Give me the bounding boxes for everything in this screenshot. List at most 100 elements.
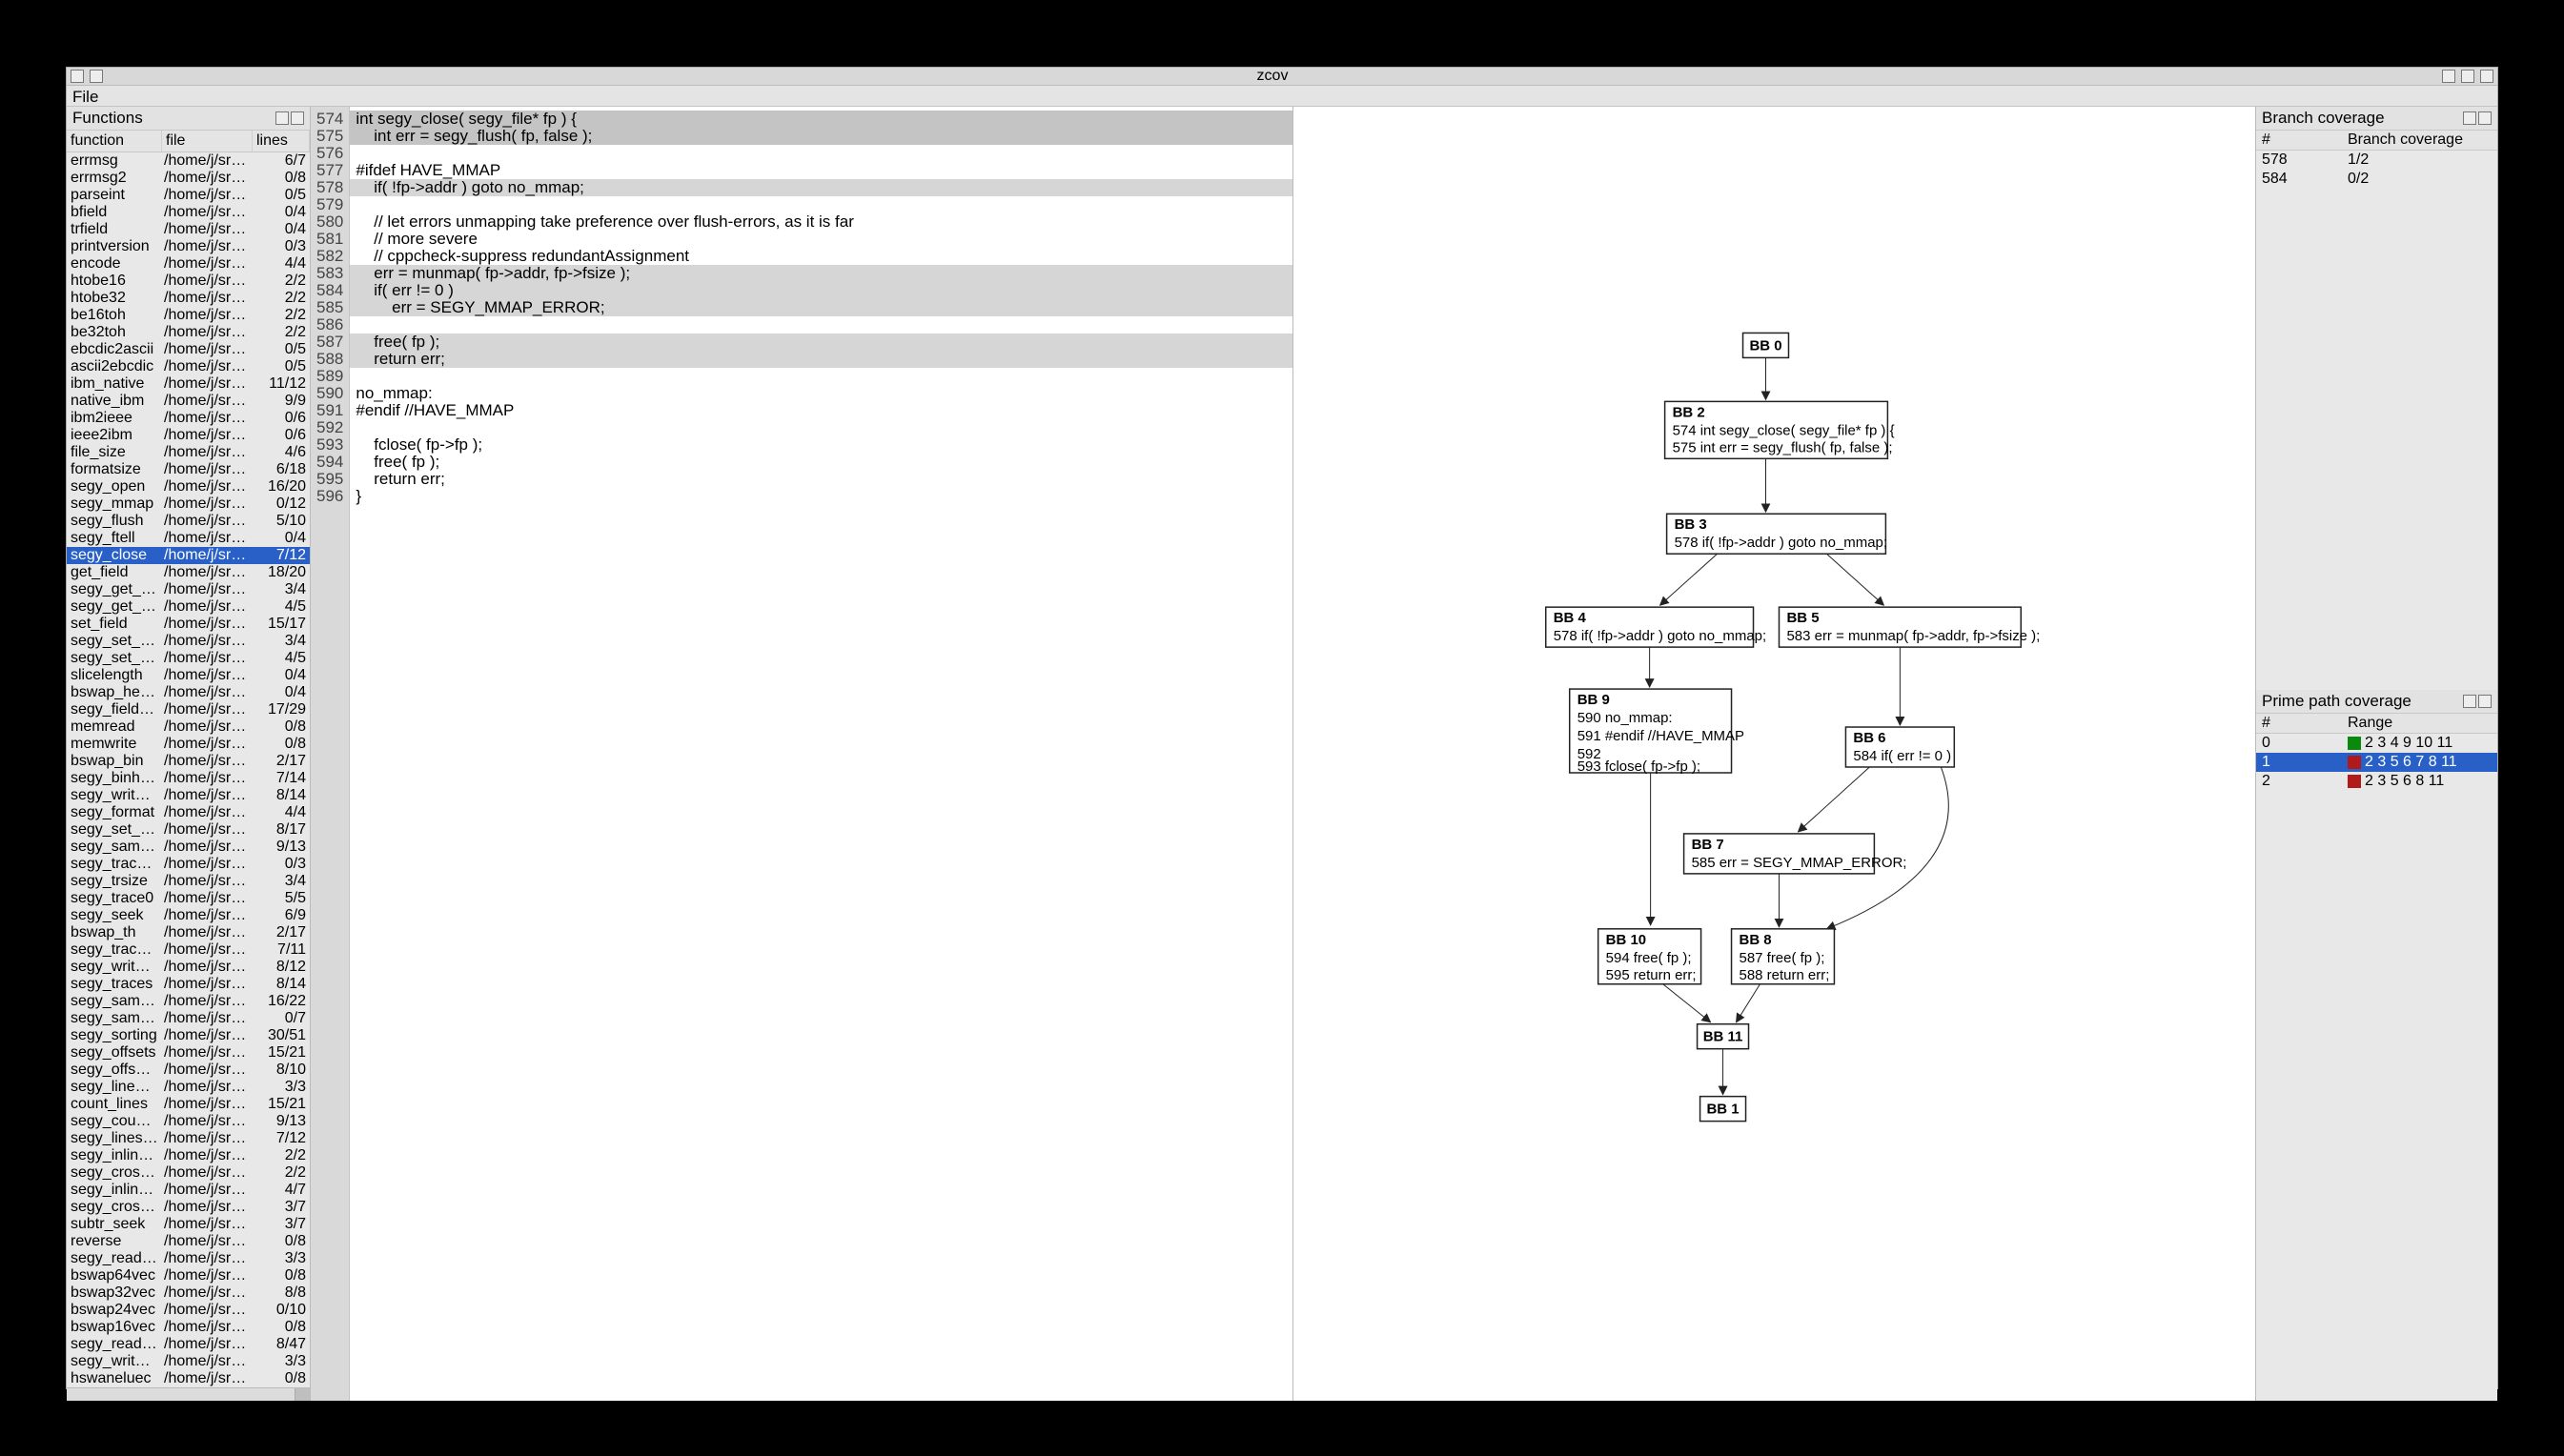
col-header-lines[interactable]: lines [253, 131, 310, 152]
code-line[interactable]: int err = segy_flush( fp, false ); [350, 128, 1292, 145]
prime-path-row[interactable]: 12 3 5 6 7 8 11 [2256, 753, 2497, 772]
function-row[interactable]: ascii2ebcdic/home/j/src/s...0/5 [67, 358, 310, 375]
col-header-file[interactable]: file [162, 131, 253, 152]
branch-col-number[interactable]: # [2256, 131, 2342, 151]
function-row[interactable]: segy_open/home/j/src/s...16/20 [67, 478, 310, 495]
function-row[interactable]: bswap_th/home/j/src/s...2/17 [67, 924, 310, 941]
function-row[interactable]: encode/home/j/src/s...4/4 [67, 255, 310, 273]
function-row[interactable]: segy_write_bi.../home/j/src/s...8/14 [67, 787, 310, 804]
close-icon[interactable] [2480, 70, 2493, 83]
function-row[interactable]: htobe32/home/j/src/s...2/2 [67, 290, 310, 307]
code-line[interactable] [350, 419, 1292, 436]
prime-col-range[interactable]: Range [2342, 714, 2497, 734]
function-row[interactable]: segy_trsize/home/j/src/s...3/4 [67, 873, 310, 890]
source-view[interactable]: int segy_close( segy_file* fp ) { int er… [350, 107, 1292, 1401]
function-row[interactable]: segy_lines_co.../home/j/src/s...7/12 [67, 1130, 310, 1147]
function-row[interactable]: slicelength/home/j/src/s...0/4 [67, 667, 310, 684]
function-row[interactable]: bfield/home/j/src/s...0/4 [67, 204, 310, 221]
function-row[interactable]: segy_line_ind.../home/j/src/s...3/3 [67, 1079, 310, 1096]
function-row[interactable]: segy_trace0/home/j/src/s...5/5 [67, 890, 310, 907]
panel-detach-icon[interactable] [275, 111, 289, 125]
code-line[interactable]: // let errors unmapping take preference … [350, 213, 1292, 231]
code-line[interactable]: return err; [350, 471, 1292, 488]
prime-col-number[interactable]: # [2256, 714, 2342, 734]
function-row[interactable]: native_ibm/home/j/src/s...9/9 [67, 393, 310, 410]
prime-path-row[interactable]: 02 3 4 9 10 11 [2256, 734, 2497, 754]
branch-row[interactable]: 5781/2 [2256, 151, 2497, 171]
prime-path-table[interactable]: # Range 02 3 4 9 10 1112 3 5 6 7 8 1122 … [2256, 714, 2497, 791]
function-row[interactable]: bswap16vec/home/j/src/s...0/8 [67, 1319, 310, 1336]
function-row[interactable]: segy_count_l.../home/j/src/s...9/13 [67, 1113, 310, 1130]
function-row[interactable]: reverse/home/j/src/s...0/8 [67, 1233, 310, 1250]
cfg-diagram[interactable]: BB 0 BB 2 574 int segy_close( segy_file*… [1293, 107, 2255, 1401]
function-row[interactable]: segy_mmap/home/j/src/s...0/12 [67, 495, 310, 513]
code-line[interactable]: #endif //HAVE_MMAP [350, 402, 1292, 419]
function-row[interactable]: errmsg/home/j/src/s...6/7 [67, 152, 310, 170]
branch-col-coverage[interactable]: Branch coverage [2342, 131, 2497, 151]
function-row[interactable]: formatsize/home/j/src/s...6/18 [67, 461, 310, 478]
function-row[interactable]: subtr_seek/home/j/src/s...3/7 [67, 1216, 310, 1233]
function-row[interactable]: memwrite/home/j/src/s...0/8 [67, 736, 310, 753]
function-row[interactable]: segy_samples/home/j/src/s...9/13 [67, 839, 310, 856]
function-row[interactable]: segy_readtrace/home/j/src/s...3/3 [67, 1250, 310, 1267]
function-row[interactable]: bswap24vec/home/j/src/s...0/10 [67, 1302, 310, 1319]
code-line[interactable]: if( !fp->addr ) goto no_mmap; [350, 179, 1292, 196]
code-line[interactable]: free( fp ); [350, 454, 1292, 471]
code-line[interactable]: free( fp ); [350, 334, 1292, 351]
function-row[interactable]: segy_set_bfield/home/j/src/s...4/5 [67, 650, 310, 667]
function-row[interactable]: segy_sample.../home/j/src/s...0/7 [67, 1010, 310, 1027]
function-row[interactable]: segy_close/home/j/src/s...7/12 [67, 547, 310, 564]
function-row[interactable]: segy_traces/home/j/src/s...8/14 [67, 976, 310, 993]
code-line[interactable] [350, 196, 1292, 213]
code-line[interactable]: err = munmap( fp->addr, fp->fsize ); [350, 265, 1292, 282]
function-row[interactable]: bswap_bin/home/j/src/s...2/17 [67, 753, 310, 770]
code-line[interactable]: fclose( fp->fp ); [350, 436, 1292, 454]
function-row[interactable]: be16toh/home/j/src/s...2/2 [67, 307, 310, 324]
function-row[interactable]: get_field/home/j/src/s...18/20 [67, 564, 310, 581]
code-line[interactable] [350, 368, 1292, 385]
function-row[interactable]: segy_set_for.../home/j/src/s...8/17 [67, 821, 310, 839]
function-row[interactable]: parseint/home/j/src/s...0/5 [67, 187, 310, 204]
function-row[interactable]: segy_inline_i.../home/j/src/s...4/7 [67, 1182, 310, 1199]
code-line[interactable]: } [350, 488, 1292, 505]
prime-path-row[interactable]: 22 3 5 6 8 11 [2256, 772, 2497, 791]
function-row[interactable]: segy_crosslin.../home/j/src/s...2/2 [67, 1164, 310, 1182]
function-row[interactable]: segy_set_field/home/j/src/s...3/4 [67, 633, 310, 650]
function-row[interactable]: segy_flush/home/j/src/s...5/10 [67, 513, 310, 530]
function-row[interactable]: bswap32vec/home/j/src/s...8/8 [67, 1284, 310, 1302]
function-row[interactable]: segy_field_for.../home/j/src/s...17/29 [67, 701, 310, 718]
maximize-icon[interactable] [2461, 70, 2474, 83]
code-line[interactable]: // cppcheck-suppress redundantAssignment [350, 248, 1292, 265]
code-line[interactable]: if( err != 0 ) [350, 282, 1292, 299]
panel-detach-icon[interactable] [2463, 695, 2476, 708]
functions-list[interactable]: errmsg/home/j/src/s...6/7errmsg2/home/j/… [67, 152, 310, 1387]
function-row[interactable]: segy_write_tr.../home/j/src/s...8/12 [67, 959, 310, 976]
function-row[interactable]: ieee2ibm/home/j/src/s...0/6 [67, 427, 310, 444]
col-header-function[interactable]: function [67, 131, 162, 152]
function-row[interactable]: segy_binhea.../home/j/src/s...7/14 [67, 770, 310, 787]
code-line[interactable]: #ifdef HAVE_MMAP [350, 162, 1292, 179]
function-row[interactable]: bswap_heade.../home/j/src/s...0/4 [67, 684, 310, 701]
panel-detach-icon[interactable] [2463, 111, 2476, 125]
function-row[interactable]: set_field/home/j/src/s...15/17 [67, 616, 310, 633]
function-row[interactable]: segy_sorting/home/j/src/s...30/51 [67, 1027, 310, 1044]
function-row[interactable]: segy_crosslin.../home/j/src/s...3/7 [67, 1199, 310, 1216]
function-row[interactable]: be32toh/home/j/src/s...2/2 [67, 324, 310, 341]
code-line[interactable]: return err; [350, 351, 1292, 368]
function-row[interactable]: segy_ftell/home/j/src/s...0/4 [67, 530, 310, 547]
function-row[interactable]: segy_tracehe.../home/j/src/s...7/11 [67, 941, 310, 959]
code-line[interactable]: no_mmap: [350, 385, 1292, 402]
branch-row[interactable]: 5840/2 [2256, 170, 2497, 189]
function-row[interactable]: segy_seek/home/j/src/s...6/9 [67, 907, 310, 924]
function-row[interactable]: segy_offset_i.../home/j/src/s...8/10 [67, 1062, 310, 1079]
function-row[interactable]: segy_get_field/home/j/src/s...3/4 [67, 581, 310, 598]
menu-file[interactable]: File [72, 88, 98, 106]
function-row[interactable]: errmsg2/home/j/src/s...0/8 [67, 170, 310, 187]
code-line[interactable] [350, 145, 1292, 162]
function-row[interactable]: segy_readsubtr/home/j/src/s...8/47 [67, 1336, 310, 1353]
panel-close-icon[interactable] [291, 111, 304, 125]
function-row[interactable]: printversion/home/j/src/s...0/3 [67, 238, 310, 255]
function-row[interactable]: segy_offsets/home/j/src/s...15/21 [67, 1044, 310, 1062]
function-row[interactable]: hswaneluec/home/j/src/s...0/8 [67, 1370, 310, 1387]
horizontal-scrollbar[interactable] [67, 1387, 310, 1401]
